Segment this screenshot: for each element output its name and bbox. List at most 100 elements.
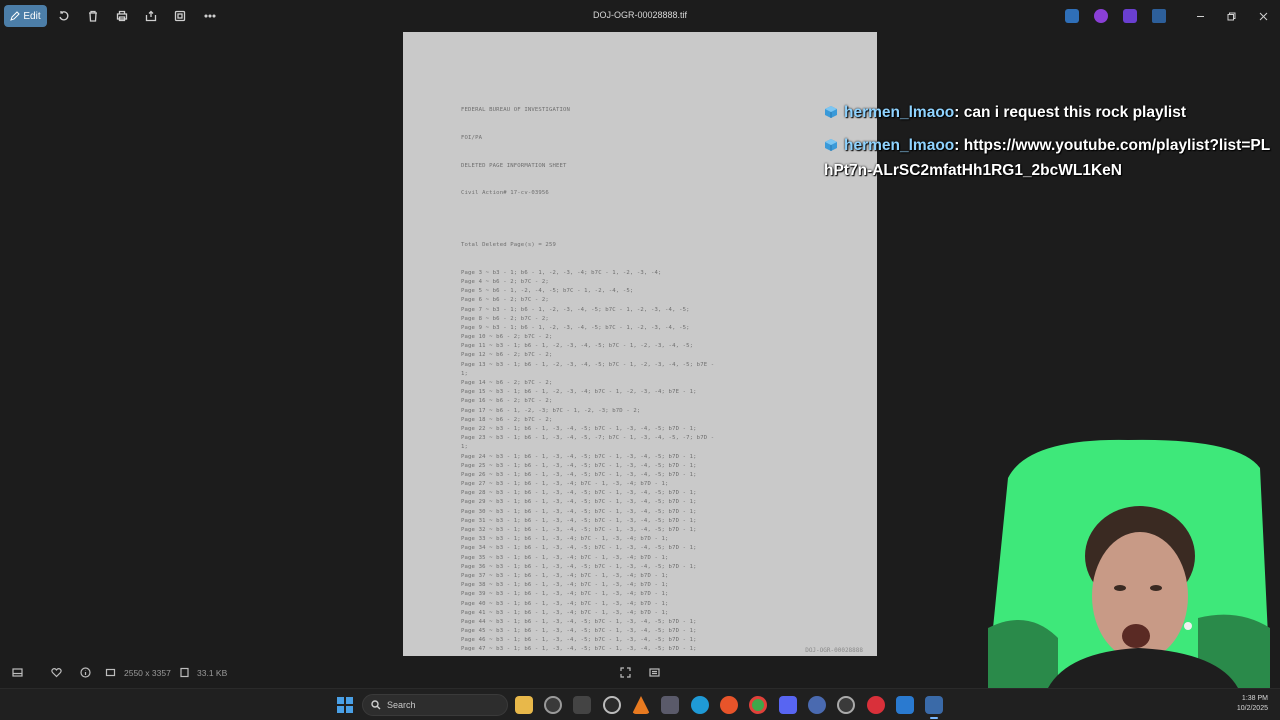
clipchamp-icon[interactable] bbox=[1123, 9, 1137, 23]
vlc-icon[interactable] bbox=[632, 696, 650, 714]
system-clock[interactable]: 1:38 PM 10/2/2025 bbox=[1237, 694, 1268, 714]
webcam-overlay bbox=[988, 438, 1272, 688]
chrome-icon[interactable] bbox=[749, 696, 767, 714]
doc-page-line: Page 18 ~ b6 - 2; b7C - 2; bbox=[461, 416, 553, 423]
doc-page-line: Page 26 ~ b3 - 1; b6 - 1, -3, -4, -5; b7… bbox=[461, 471, 697, 478]
doc-page-line: Page 27 ~ b3 - 1; b6 - 1, -3, -4; b7C - … bbox=[461, 481, 669, 488]
chat-text: can i request this rock playlist bbox=[963, 104, 1186, 121]
rotate-button[interactable] bbox=[56, 8, 72, 24]
cube-badge-icon bbox=[825, 106, 837, 118]
obs-icon[interactable] bbox=[544, 696, 562, 714]
photos-icon[interactable] bbox=[925, 696, 943, 719]
close-icon bbox=[1259, 12, 1267, 20]
doc-page-line: Page 17 ~ b6 - 1, -2, -3; b7C - 1, -2, -… bbox=[461, 407, 641, 414]
doc-page-line: Page 4 ~ b6 - 2; b7C - 2; bbox=[461, 278, 549, 285]
delete-button[interactable] bbox=[85, 8, 101, 24]
doc-page-line: Page 13 ~ b3 - 1; b6 - 1, -2, -3, -4, -5… bbox=[461, 361, 715, 368]
app-icon[interactable] bbox=[573, 696, 591, 714]
print-icon bbox=[116, 10, 128, 22]
onedrive-icon[interactable] bbox=[1152, 9, 1166, 23]
minimize-button[interactable] bbox=[1193, 9, 1207, 23]
fit-to-window-button[interactable] bbox=[618, 665, 632, 679]
doc-page-line: Page 6 ~ b6 - 2; b7C - 2; bbox=[461, 297, 549, 304]
file-size: 33.1 KB bbox=[197, 668, 228, 678]
doc-page-line: Page 45 ~ b3 - 1; b6 - 1, -3, -4, -5; b7… bbox=[461, 628, 697, 635]
doc-page-line: Page 25 ~ b3 - 1; b6 - 1, -3, -4, -5; b7… bbox=[461, 462, 697, 469]
doc-page-line: Page 33 ~ b3 - 1; b6 - 1, -3, -4; b7C - … bbox=[461, 536, 669, 543]
top-toolbar: Edit DOJ-OGR-00028888.tif bbox=[0, 0, 1280, 32]
doc-page-line: Page 38 ~ b3 - 1; b6 - 1, -3, -4; b7C - … bbox=[461, 582, 669, 589]
search-icon bbox=[371, 700, 381, 710]
doc-page-line: Page 10 ~ b6 - 2; b7C - 2; bbox=[461, 334, 553, 341]
stream-chat-overlay: hermen_lmaoo: can i request this rock pl… bbox=[824, 100, 1274, 183]
taskbar-search[interactable]: Search bbox=[362, 694, 508, 716]
print-button[interactable] bbox=[114, 8, 130, 24]
edit-label: Edit bbox=[23, 10, 41, 22]
vscode-icon[interactable] bbox=[896, 696, 914, 714]
doc-page-line: Page 34 ~ b3 - 1; b6 - 1, -3, -4, -5; b7… bbox=[461, 545, 697, 552]
doc-page-line: Page 30 ~ b3 - 1; b6 - 1, -3, -4, -5; b7… bbox=[461, 508, 697, 515]
settings-icon[interactable] bbox=[837, 696, 855, 714]
share-icon bbox=[145, 10, 157, 22]
actual-size-icon bbox=[648, 667, 660, 677]
edit-button[interactable]: Edit bbox=[4, 5, 47, 27]
windows-taskbar: Search 1:38 PM 10/2/2025 bbox=[0, 688, 1280, 720]
more-button[interactable] bbox=[202, 8, 218, 24]
doc-page-line: Page 31 ~ b3 - 1; b6 - 1, -3, -4, -5; b7… bbox=[461, 517, 697, 524]
image-dimensions: 2550 x 3357 bbox=[124, 668, 171, 678]
app-icon[interactable] bbox=[867, 696, 885, 714]
info-button[interactable] bbox=[78, 665, 92, 679]
doc-header-line: Civil Action# 17-cv-03956 bbox=[461, 190, 549, 197]
chat-message: hermen_lmaoo: https://www.youtube.com/pl… bbox=[824, 137, 1271, 179]
app-icon[interactable] bbox=[808, 696, 826, 714]
doc-page-line: Page 46 ~ b3 - 1; b6 - 1, -3, -4, -5; b7… bbox=[461, 637, 697, 644]
app-icon[interactable] bbox=[661, 696, 679, 714]
designer-icon[interactable] bbox=[1094, 9, 1108, 23]
image-size-icon bbox=[104, 665, 116, 679]
chat-username: hermen_lmaoo bbox=[844, 104, 955, 121]
doc-page-line: Page 32 ~ b3 - 1; b6 - 1, -3, -4, -5; b7… bbox=[461, 527, 697, 534]
delete-icon bbox=[89, 10, 97, 22]
maximize-button[interactable] bbox=[1224, 9, 1238, 23]
doc-header-line: FEDERAL BUREAU OF INVESTIGATION bbox=[461, 107, 571, 114]
doc-page-line: Page 16 ~ b6 - 2; b7C - 2; bbox=[461, 398, 553, 405]
doc-page-line: 1; bbox=[461, 370, 469, 377]
edit-tool-icon[interactable] bbox=[1065, 9, 1079, 23]
share-button[interactable] bbox=[143, 8, 159, 24]
doc-page-line: Page 39 ~ b3 - 1; b6 - 1, -3, -4; b7C - … bbox=[461, 591, 669, 598]
file-size-icon bbox=[178, 665, 190, 679]
edge-icon[interactable] bbox=[691, 696, 709, 714]
chat-message: hermen_lmaoo: can i request this rock pl… bbox=[824, 100, 1274, 125]
doc-header-line: DELETED PAGE INFORMATION SHEET bbox=[461, 162, 567, 169]
doc-page-line: Page 48 ~ b3 - 1; b6 - 1, -3, -4, -5; b7… bbox=[461, 655, 714, 657]
doc-page-line: Page 8 ~ b6 - 2; b7C - 2; bbox=[461, 315, 549, 322]
doc-page-line: Page 11 ~ b3 - 1; b6 - 1, -2, -3, -4, -5… bbox=[461, 343, 694, 350]
more-icon bbox=[204, 14, 216, 18]
doc-page-line: Page 22 ~ b3 - 1; b6 - 1, -3, -4, -5; b7… bbox=[461, 425, 697, 432]
close-button[interactable] bbox=[1256, 9, 1270, 23]
firefox-icon[interactable] bbox=[720, 696, 738, 714]
doc-page-line: Page 44 ~ b3 - 1; b6 - 1, -3, -4, -5; b7… bbox=[461, 618, 697, 625]
filmstrip-button[interactable] bbox=[10, 665, 24, 679]
window-title: DOJ-OGR-00028888.tif bbox=[592, 10, 688, 20]
doc-page-line: Page 40 ~ b3 - 1; b6 - 1, -3, -4; b7C - … bbox=[461, 600, 669, 607]
doc-page-line: Page 12 ~ b6 - 2; b7C - 2; bbox=[461, 352, 553, 359]
favorite-button[interactable] bbox=[49, 665, 63, 679]
file-explorer-icon[interactable] bbox=[515, 696, 533, 714]
doc-page-line: 1; bbox=[461, 444, 469, 451]
windows-logo-icon bbox=[337, 697, 344, 704]
actual-size-button[interactable] bbox=[647, 665, 661, 679]
heart-icon bbox=[50, 667, 62, 677]
doc-page-line: Page 29 ~ b3 - 1; b6 - 1, -3, -4, -5; b7… bbox=[461, 499, 697, 506]
doc-page-line: Page 24 ~ b3 - 1; b6 - 1, -3, -4, -5; b7… bbox=[461, 453, 697, 460]
doc-page-line: Page 47 ~ b3 - 1; b6 - 1, -3, -4, -5; b7… bbox=[461, 646, 697, 653]
crop-icon bbox=[174, 10, 186, 22]
doc-header-line: FOI/PA bbox=[461, 135, 483, 141]
edit-icon bbox=[10, 11, 21, 21]
discord-icon[interactable] bbox=[779, 696, 797, 714]
media-icon[interactable] bbox=[603, 696, 621, 714]
clock-time: 1:38 PM bbox=[1241, 695, 1268, 702]
crop-button[interactable] bbox=[172, 8, 188, 24]
start-button[interactable] bbox=[337, 697, 353, 713]
webcam-image bbox=[988, 439, 1270, 688]
